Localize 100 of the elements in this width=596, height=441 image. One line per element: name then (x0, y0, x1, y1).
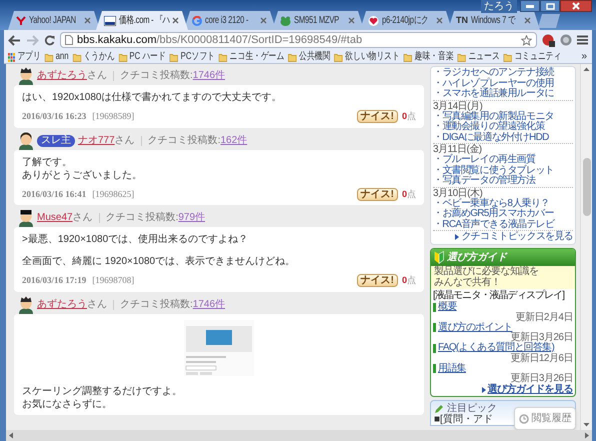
close-button[interactable] (560, 0, 592, 12)
maximize-button[interactable] (540, 0, 560, 12)
topic-link[interactable]: ・運動会撮りの望遠強化策 (433, 122, 573, 132)
author-link[interactable]: ナオ777 (78, 134, 115, 146)
bookmark[interactable]: ニュース (457, 51, 500, 63)
bookmark[interactable]: 趣味・音楽 (404, 51, 454, 63)
post-date: 2016/03/16 16:41 (22, 188, 86, 200)
guide-intro-text: 製品選びに必要な知識を (434, 267, 540, 277)
author-link[interactable]: Muse47 (37, 212, 73, 224)
topic-link[interactable]: ・スマホを通話兼用ルータに (433, 89, 573, 100)
post-text: 了解です。 (22, 156, 73, 168)
bookmark[interactable]: 欲しい物リスト (334, 51, 400, 63)
author-link[interactable]: あずたろう (37, 70, 87, 82)
scroll-left-icon[interactable] (8, 432, 14, 439)
close-icon[interactable] (172, 17, 179, 24)
guide-link[interactable]: 用語集 (438, 364, 466, 374)
close-icon[interactable] (524, 17, 531, 24)
minimize-button[interactable] (520, 0, 540, 12)
bullet-bar-icon (433, 344, 436, 353)
post-id: [19698708] (92, 274, 134, 287)
history-button[interactable]: 閲覧履歴 (514, 407, 576, 430)
browser-tab[interactable]: Yahoo! JAPAN (8, 11, 100, 30)
post-text: はい、1920x1080は仕様で書かれてますので大丈夫です。 (22, 91, 282, 104)
folder-icon (118, 52, 128, 62)
nice-button[interactable]: ナイス! (356, 188, 398, 201)
browser-tab[interactable]: 価格.com - 『ハ (96, 11, 188, 30)
author-link[interactable]: あずたろう (37, 298, 87, 310)
guide-link[interactable]: 概要 (438, 302, 457, 312)
topic-link[interactable]: ・ブルーレイの再生画質 (433, 155, 573, 166)
pickup-link[interactable]: ■[質問・アド (434, 414, 493, 425)
nice-button[interactable]: ナイス! (356, 110, 398, 124)
close-icon[interactable] (348, 17, 355, 24)
tab-title: p6-2140jpにク (382, 14, 428, 28)
browser-tab[interactable]: SM951 MZVP (272, 11, 364, 30)
avatar-figure (18, 209, 34, 227)
address-bar[interactable]: bbs.kakaku.com/bbs/K0000811407/SortID=19698549/#tab (60, 32, 537, 48)
more-guide-link[interactable]: 選び方ガイドを見る (488, 384, 573, 395)
more-bookmarks-button[interactable]: » (581, 51, 587, 63)
close-icon[interactable] (84, 17, 91, 24)
maximize-icon (546, 2, 554, 10)
date-heading: 3月10日(木) (433, 188, 482, 198)
extension-icon[interactable] (542, 34, 555, 46)
back-icon[interactable] (8, 34, 21, 46)
close-icon[interactable] (436, 17, 443, 24)
topic-link[interactable]: ・写真データの管理方法 (433, 176, 573, 186)
tab-title: core i3 2120 - (205, 14, 248, 28)
post-count-label: クチコミ投稿数: (120, 70, 193, 82)
frog-icon (280, 16, 291, 26)
bookmark[interactable]: コミュニティ (504, 51, 562, 63)
bullet-icon (482, 386, 486, 392)
browser-tab[interactable]: core i3 2120 - (184, 11, 276, 30)
guide-link[interactable]: FAQ(よくある質問と回答集) (438, 343, 554, 354)
bookmark[interactable]: PCソフト (170, 51, 215, 63)
post-text: 全画面で、綺麗に 1920×1080では、表示できませんけどね。 (22, 255, 296, 268)
topic-link[interactable]: ・文書閲覧に使うタブレット (433, 166, 573, 176)
bookmark[interactable]: アプリ (8, 51, 41, 63)
post-count-link[interactable]: 1746件 (192, 70, 226, 82)
topic-link[interactable]: ・ラジカセへのアンテナ接続 (433, 68, 573, 78)
pencil-icon (434, 404, 444, 414)
nice-button[interactable]: ナイス! (356, 274, 398, 288)
star-icon[interactable] (521, 34, 532, 46)
scroll-right-icon[interactable] (584, 432, 590, 439)
user-name[interactable]: たろう (481, 0, 517, 13)
horizontal-scrollbar[interactable] (6, 430, 592, 441)
bookmark[interactable]: くうかん (72, 51, 115, 63)
bookmark[interactable]: 公共機関 (288, 51, 330, 63)
menu-icon[interactable] (577, 35, 588, 45)
heart-icon (368, 16, 379, 26)
vertical-scrollbar[interactable] (580, 64, 592, 430)
minimize-icon (526, 4, 534, 8)
updated-date: 更新日3月26日 (510, 333, 573, 343)
close-icon[interactable] (260, 17, 267, 24)
browser-tab[interactable]: p6-2140jpにク (360, 11, 452, 30)
post-date: 2016/03/16 17:19 (22, 274, 86, 287)
post-id: [19698625] (92, 188, 134, 200)
topic-link[interactable]: ・ベビー乗車なら8人乗り？ (433, 198, 573, 209)
folder-icon (288, 52, 297, 62)
topic-link[interactable]: ・お薦めGR5用スマホカバー (433, 209, 573, 220)
bookmark[interactable]: PC ハード (118, 51, 166, 63)
more-topics-link[interactable]: クチコミトピックスを見る (461, 231, 573, 243)
updated-date: 更新日12月6日 (510, 354, 573, 364)
post-count-link[interactable]: 1746件 (192, 298, 226, 310)
topic-link[interactable]: ・ハイレゾプレーヤーの使用 (433, 78, 573, 89)
post-count-link[interactable]: 979件 (178, 212, 206, 224)
bullet-icon (455, 234, 460, 240)
category-heading: [液晶モニタ・液晶ディスプレイ] (433, 290, 566, 301)
bookmark[interactable]: ann (44, 51, 69, 63)
topic-link[interactable]: ・RCA音声できる液晶テレビ (433, 220, 573, 230)
tab-title: SM951 MZVP (294, 14, 340, 28)
post-id: [19698589] (92, 110, 134, 123)
post-count-link[interactable]: 162件 (220, 134, 248, 146)
bookmark[interactable]: ニコ生・ゲーム (218, 51, 284, 63)
browser-tab[interactable]: TN Windows 7 で (448, 11, 540, 30)
topic-link[interactable]: ・写真編集用の新製品モニタ (433, 112, 573, 122)
scrollbar-thumb[interactable] (582, 158, 590, 216)
page-icon (65, 35, 73, 45)
guide-link[interactable]: 選び方のポイント (438, 322, 512, 333)
topic-link[interactable]: ・DIGAに最適な外付けHDD (433, 132, 573, 143)
avatar-figure (18, 67, 34, 85)
reload-icon[interactable] (44, 34, 55, 46)
